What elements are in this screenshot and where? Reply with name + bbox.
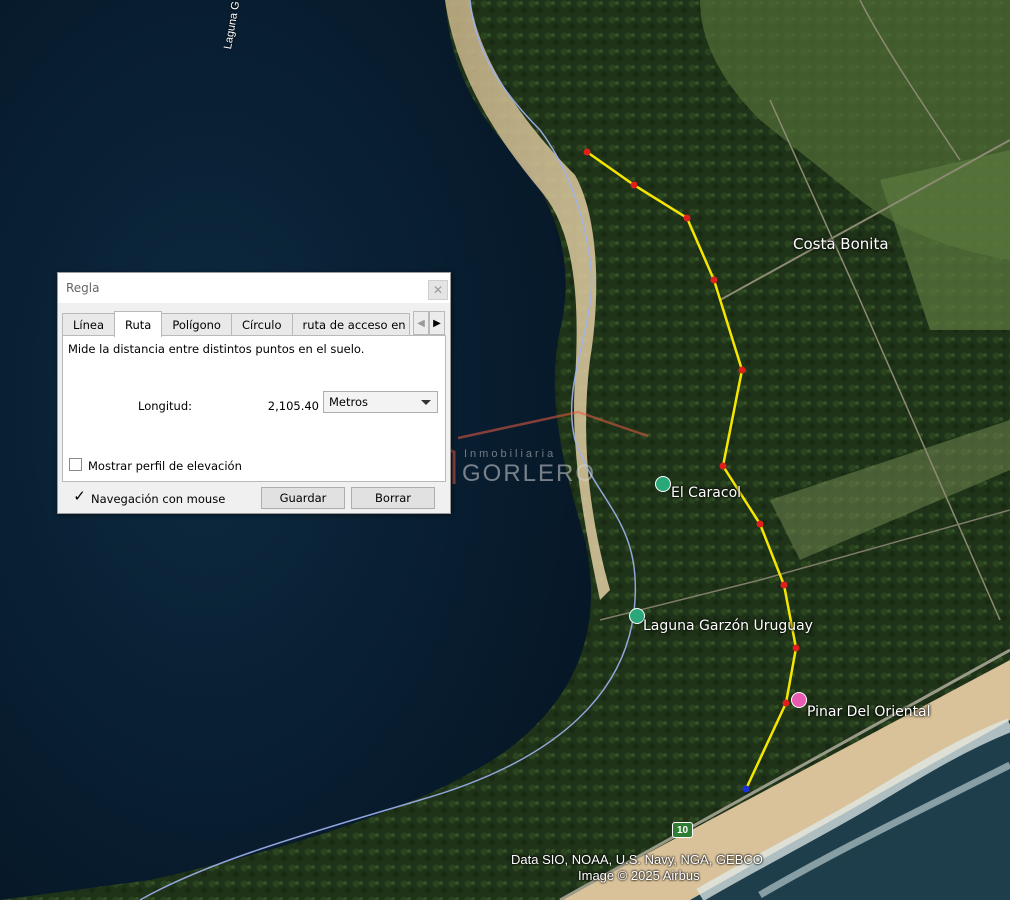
mouse-navigation-checkbox[interactable]: ✓ [73, 489, 86, 504]
tab-linea[interactable]: Línea [62, 313, 116, 336]
chevron-left-icon[interactable]: ◀ [413, 311, 429, 335]
route-point[interactable] [756, 520, 764, 528]
route-point[interactable] [719, 462, 727, 470]
delete-button[interactable]: Borrar [351, 487, 435, 509]
watermark-small-text: Inmobiliaria [464, 448, 557, 460]
route-point[interactable] [782, 699, 790, 707]
route-shield: 10 [672, 822, 693, 838]
place-icon[interactable] [655, 476, 671, 492]
length-value: 2,105.40 [267, 399, 319, 413]
route-point[interactable] [583, 148, 591, 156]
unit-select[interactable]: Metros [323, 391, 438, 413]
tab-ruta-3d[interactable]: ruta de acceso en 3D [291, 313, 410, 336]
shopping-icon[interactable] [791, 692, 807, 708]
attribution-image: Image © 2025 Airbus [578, 868, 700, 883]
route-point[interactable] [710, 276, 718, 284]
attribution-data: Data SIO, NOAA, U.S. Navy, NGA, GEBCO [511, 852, 763, 867]
tab-bar: Línea Ruta Polígono Círculo ruta de acce… [62, 311, 410, 337]
chevron-right-icon[interactable]: ▶ [429, 311, 445, 335]
route-point[interactable] [630, 181, 638, 189]
chevron-down-icon [421, 400, 431, 405]
place-label-laguna-garzon[interactable]: Laguna Garzón Uruguay [643, 618, 813, 634]
place-label-el-caracol[interactable]: El Caracol [671, 485, 741, 501]
length-label: Longitud: [138, 399, 192, 413]
roof-line-icon [458, 410, 649, 440]
place-label-costa-bonita[interactable]: Costa Bonita [793, 235, 889, 253]
elevation-profile-checkbox[interactable] [69, 458, 82, 471]
unit-select-value: Metros [329, 395, 369, 409]
ruler-dialog[interactable]: Regla ✕ Línea Ruta Polígono Círculo ruta… [57, 272, 451, 514]
tab-poligono[interactable]: Polígono [161, 313, 232, 336]
elevation-profile-label: Mostrar perfil de elevación [88, 459, 242, 473]
route-point[interactable] [738, 366, 746, 374]
route-point[interactable] [792, 644, 800, 652]
tab-circulo[interactable]: Círculo [230, 313, 293, 336]
save-button[interactable]: Guardar [261, 487, 345, 509]
route-point[interactable] [780, 581, 788, 589]
mouse-navigation-label: Navegación con mouse [91, 492, 226, 506]
place-label-pinar-del-oriental[interactable]: Pinar Del Oriental [807, 704, 931, 720]
description-text: Mide la distancia entre distintos puntos… [68, 342, 365, 356]
route-panel: Mide la distancia entre distintos puntos… [62, 335, 446, 482]
route-point[interactable] [742, 785, 750, 793]
watermark-large-text: GORLERO [462, 460, 597, 487]
dialog-title-bar[interactable]: Regla [58, 273, 450, 303]
dialog-title: Regla [66, 281, 100, 295]
tab-ruta[interactable]: Ruta [114, 311, 163, 337]
route-point[interactable] [683, 214, 691, 222]
close-icon[interactable]: ✕ [428, 280, 448, 300]
